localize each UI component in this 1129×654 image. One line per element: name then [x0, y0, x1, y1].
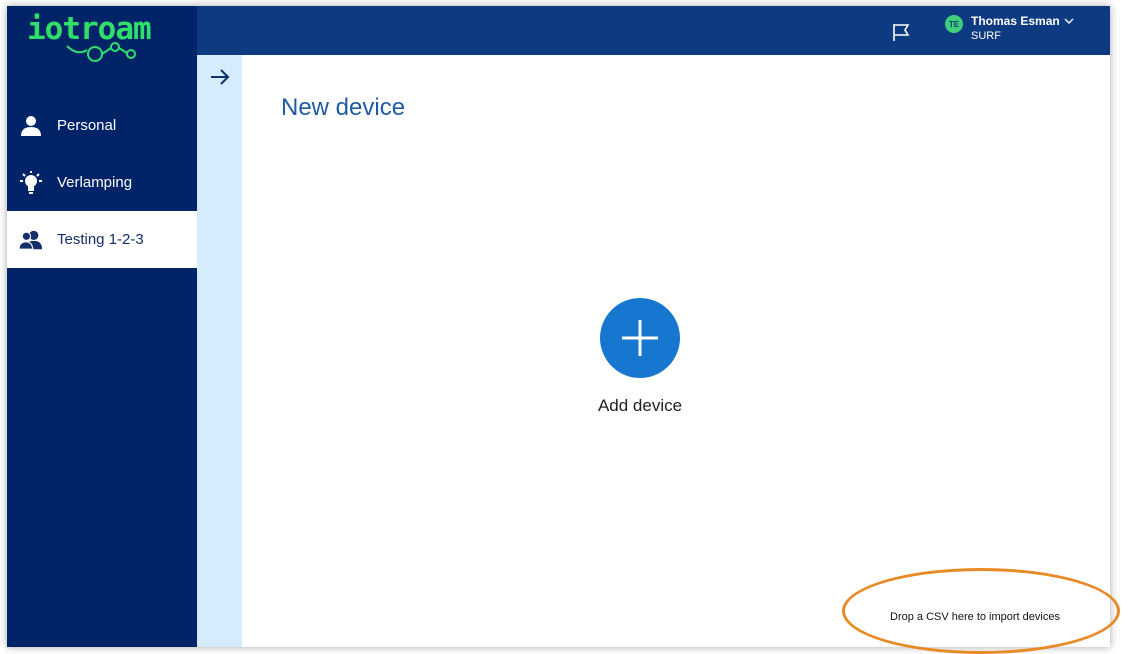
- logo[interactable]: iotroam: [27, 10, 177, 70]
- page-title: New device: [281, 94, 406, 121]
- sidebar-item-label: Personal: [57, 117, 117, 134]
- flag-icon[interactable]: [891, 22, 911, 42]
- logo-network-icon: [66, 42, 136, 62]
- avatar: TE: [945, 15, 963, 33]
- user-name: Thomas Esman: [971, 14, 1060, 28]
- sidebar: iotroam Personal Verlamping Testing 1-2-…: [7, 6, 197, 647]
- sidebar-nav: Personal Verlamping Testing 1-2-3: [7, 97, 197, 268]
- add-device-label[interactable]: Add device: [567, 396, 713, 416]
- sidebar-item-label: Verlamping: [57, 174, 133, 191]
- add-device-button[interactable]: [600, 298, 680, 378]
- sidebar-item-testing-1-2-3[interactable]: Testing 1-2-3: [7, 211, 197, 268]
- collapse-rail: [197, 55, 242, 647]
- sidebar-item-label: Testing 1-2-3: [57, 231, 144, 248]
- chevron-down-icon: [1064, 13, 1074, 29]
- user-info: Thomas Esman SURF: [971, 13, 1074, 44]
- plus-icon: [622, 320, 658, 356]
- user-name-row: Thomas Esman: [971, 13, 1074, 29]
- user-menu[interactable]: TE Thomas Esman SURF: [945, 13, 1074, 44]
- sidebar-item-personal[interactable]: Personal: [7, 97, 197, 154]
- user-org: SURF: [971, 30, 1001, 42]
- arrow-right-icon[interactable]: [207, 65, 233, 89]
- lightbulb-icon: [19, 170, 43, 195]
- sidebar-item-verlamping[interactable]: Verlamping: [7, 154, 197, 211]
- csv-drop-hint[interactable]: Drop a CSV here to import devices: [890, 611, 1060, 623]
- app-window: iotroam Personal Verlamping Testing 1-2-…: [7, 6, 1110, 647]
- person-icon: [19, 114, 43, 138]
- group-icon: [19, 228, 43, 252]
